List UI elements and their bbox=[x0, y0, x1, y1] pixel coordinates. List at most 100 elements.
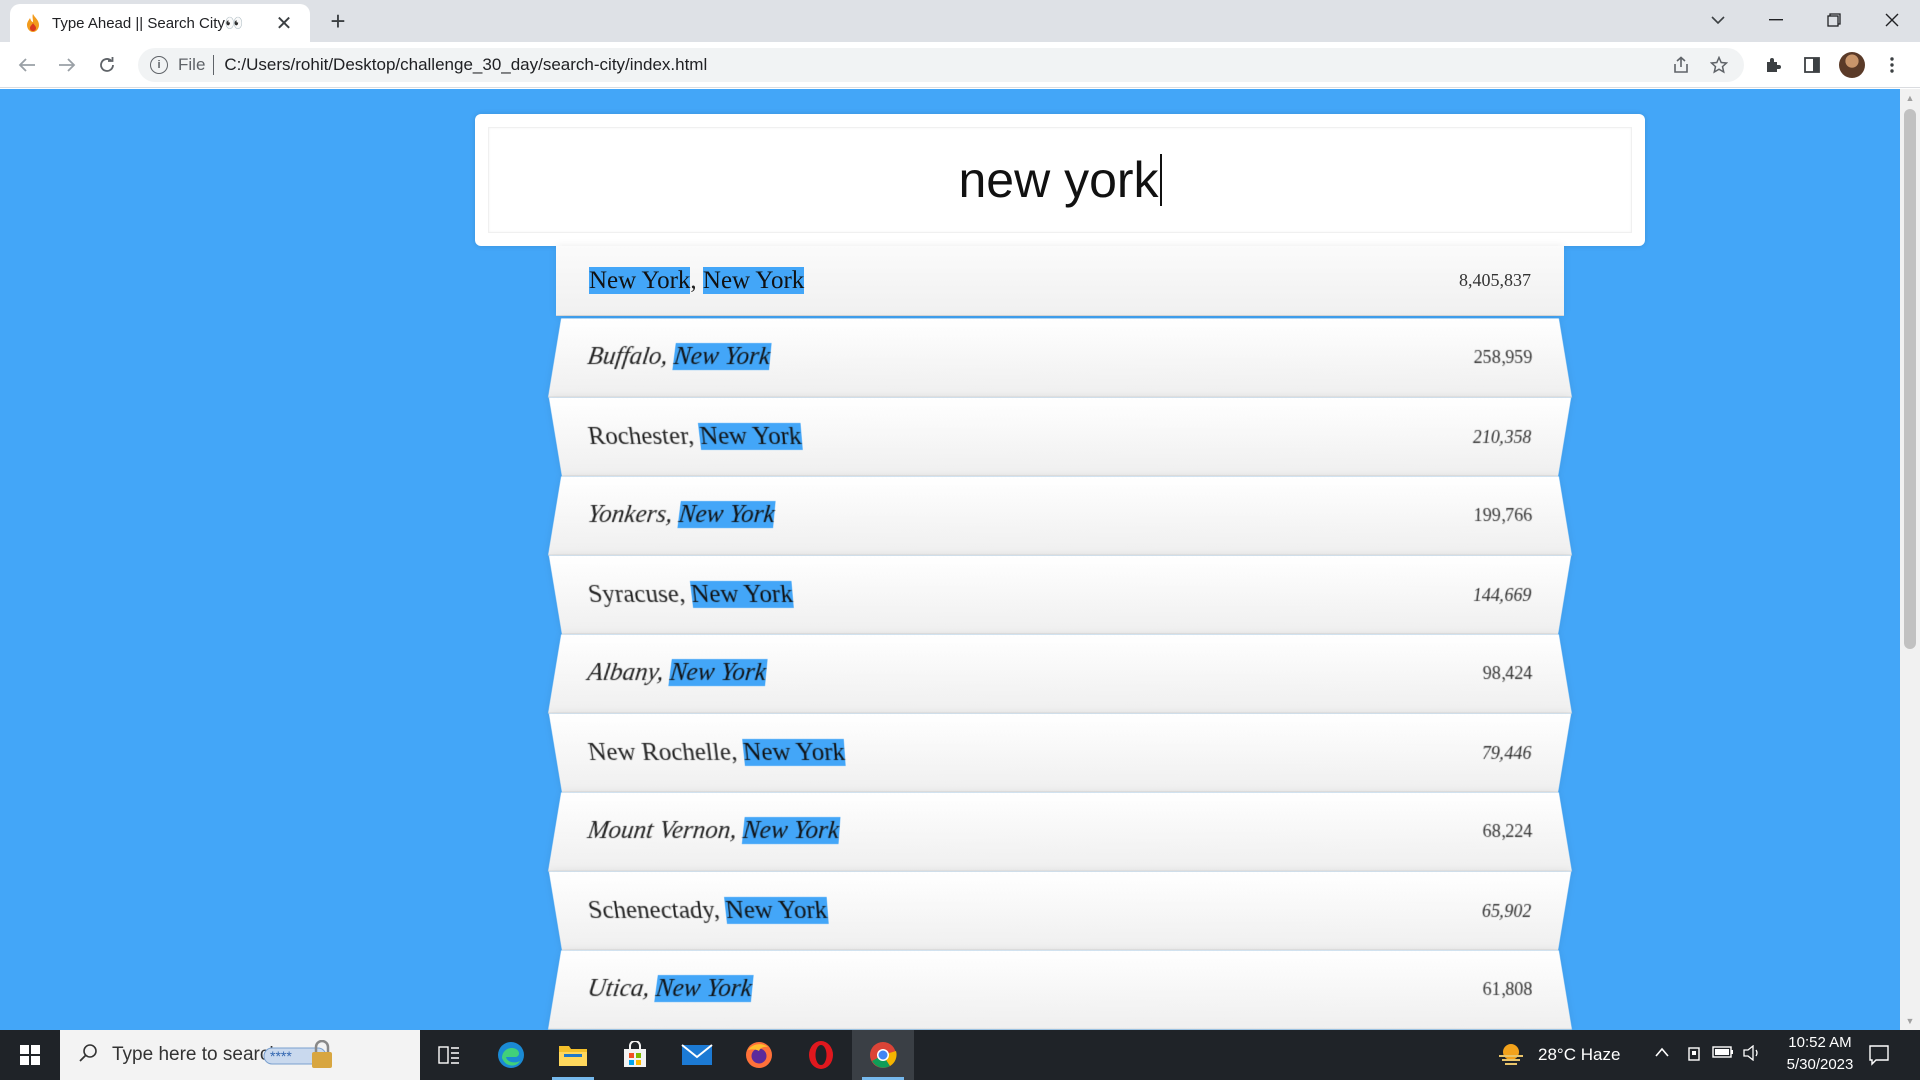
suggestion-population: 8,405,837 bbox=[1459, 270, 1531, 290]
suggestion-state: New York bbox=[702, 266, 805, 294]
flame-icon bbox=[24, 13, 42, 33]
scroll-thumb[interactable] bbox=[1904, 109, 1916, 649]
suggestion-city: New Rochelle bbox=[586, 738, 733, 766]
suggestion-city: Albany bbox=[585, 659, 660, 687]
suggestion-state: New York bbox=[654, 975, 754, 1003]
browser-toolbar: i File C:/Users/rohit/Desktop/challenge_… bbox=[0, 42, 1920, 88]
tab-active[interactable]: Type Ahead || Search City👀 ✕ bbox=[10, 4, 310, 42]
suggestion-state: New York bbox=[689, 580, 794, 608]
side-panel-icon[interactable] bbox=[1796, 50, 1828, 80]
bookmark-star-icon[interactable] bbox=[1702, 48, 1736, 82]
extensions-icon[interactable] bbox=[1757, 50, 1789, 80]
suggestion-population: 199,766 bbox=[1472, 504, 1534, 525]
suggestion-item[interactable]: New York, New York 8,405,837 bbox=[556, 246, 1564, 316]
opera-icon[interactable] bbox=[790, 1030, 852, 1080]
volume-icon[interactable] bbox=[1742, 1044, 1762, 1066]
scheme-label: File bbox=[178, 55, 206, 74]
meet-now-icon[interactable] bbox=[1686, 1045, 1704, 1068]
avatar bbox=[1839, 52, 1865, 78]
suggestion-city: Syracuse bbox=[586, 580, 681, 608]
search-icon bbox=[78, 1043, 98, 1068]
suggestion-state: New York bbox=[741, 817, 840, 845]
scroll-down-arrow-icon[interactable]: ▼ bbox=[1900, 1012, 1920, 1030]
firefox-icon[interactable] bbox=[728, 1030, 790, 1080]
page-scrollbar[interactable]: ▲ ▼ bbox=[1900, 89, 1920, 1030]
close-window-icon[interactable] bbox=[1864, 0, 1920, 40]
suggestion-city: Rochester bbox=[586, 422, 690, 450]
suggestion-item[interactable]: Schenectady, New York 65,902 bbox=[548, 871, 1572, 951]
microsoft-store-icon[interactable] bbox=[604, 1030, 666, 1080]
suggestion-item[interactable]: Buffalo, New York 258,959 bbox=[548, 318, 1572, 398]
suggestion-state: New York bbox=[668, 659, 768, 687]
svg-text:****: **** bbox=[270, 1048, 292, 1064]
taskbar-search-placeholder: Type here to search bbox=[112, 1044, 280, 1065]
suggestion-place-name: Mount Vernon, New York bbox=[586, 817, 840, 845]
suggestion-population: 258,959 bbox=[1472, 346, 1534, 367]
windows-start-icon[interactable] bbox=[0, 1030, 60, 1080]
suggestion-city: Yonkers bbox=[585, 501, 669, 529]
taskbar-search-box[interactable]: Type here to search bbox=[60, 1030, 420, 1080]
task-view-icon[interactable] bbox=[418, 1030, 480, 1080]
password-lock-icon: **** bbox=[262, 1040, 352, 1070]
chrome-icon[interactable] bbox=[852, 1030, 914, 1080]
suggestions-list: New York, New York 8,405,837 Buffalo, New … bbox=[548, 246, 1572, 1030]
suggestion-place-name: Rochester, New York bbox=[586, 422, 803, 451]
search-input[interactable]: new york bbox=[488, 127, 1632, 233]
address-bar[interactable]: i File C:/Users/rohit/Desktop/challenge_… bbox=[138, 48, 1744, 82]
show-hidden-icons-chevron-icon[interactable] bbox=[1654, 1045, 1670, 1063]
suggestion-state: New York bbox=[724, 896, 829, 924]
edge-browser-icon[interactable] bbox=[480, 1030, 542, 1080]
suggestion-item[interactable]: Albany, New York 98,424 bbox=[548, 634, 1572, 714]
restore-icon[interactable] bbox=[1806, 0, 1862, 40]
suggestion-population: 68,224 bbox=[1481, 820, 1534, 841]
suggestion-population: 65,902 bbox=[1480, 900, 1534, 921]
suggestion-city: New York bbox=[589, 266, 691, 294]
suggestion-population: 144,669 bbox=[1471, 584, 1534, 605]
suggestion-item[interactable]: Yonkers, New York 199,766 bbox=[548, 476, 1572, 556]
tab-search-chevron-icon[interactable] bbox=[1690, 0, 1746, 40]
tab-close-icon[interactable]: ✕ bbox=[272, 11, 296, 36]
suggestion-population: 98,424 bbox=[1481, 662, 1534, 683]
clock-date[interactable]: 5/30/2023 bbox=[1780, 1056, 1860, 1073]
suggestion-place-name: Yonkers, New York bbox=[585, 501, 777, 529]
suggestion-place-name: New York, New York bbox=[589, 266, 805, 295]
suggestion-place-name: Buffalo, New York bbox=[586, 343, 772, 371]
url-text[interactable]: C:/Users/rohit/Desktop/challenge_30_day/… bbox=[224, 55, 707, 75]
profile-avatar[interactable] bbox=[1836, 50, 1868, 80]
browser-menu-icon[interactable] bbox=[1876, 50, 1908, 80]
suggestion-state: New York bbox=[741, 738, 846, 766]
notification-center-icon[interactable] bbox=[1868, 1044, 1890, 1071]
suggestion-item[interactable]: Utica, New York 61,808 bbox=[548, 950, 1572, 1030]
reload-icon[interactable] bbox=[92, 50, 122, 80]
back-icon[interactable] bbox=[12, 50, 42, 80]
battery-icon[interactable] bbox=[1712, 1045, 1734, 1064]
minimize-icon[interactable] bbox=[1748, 0, 1804, 40]
suggestion-place-name: Utica, New York bbox=[586, 975, 754, 1003]
weather-haze-icon bbox=[1496, 1041, 1526, 1072]
scroll-up-arrow-icon[interactable]: ▲ bbox=[1900, 89, 1920, 107]
file-explorer-icon[interactable] bbox=[542, 1030, 604, 1080]
suggestion-item[interactable]: Rochester, New York 210,358 bbox=[548, 397, 1572, 477]
search-input-value: new york bbox=[958, 152, 1159, 208]
tab-strip: Type Ahead || Search City👀 ✕ + bbox=[0, 0, 1920, 42]
suggestion-population: 79,446 bbox=[1480, 742, 1534, 763]
suggestion-city: Mount Vernon bbox=[585, 817, 733, 845]
site-info-icon[interactable]: i bbox=[150, 56, 168, 74]
suggestion-item[interactable]: Syracuse, New York 144,669 bbox=[548, 555, 1572, 635]
suggestion-item[interactable]: Mount Vernon, New York 68,224 bbox=[548, 792, 1572, 872]
mail-icon[interactable] bbox=[666, 1030, 728, 1080]
suggestion-city: Buffalo bbox=[585, 343, 664, 371]
address-divider bbox=[213, 55, 215, 75]
new-tab-button[interactable]: + bbox=[322, 6, 354, 38]
suggestion-state: New York bbox=[672, 343, 772, 371]
weather-text[interactable]: 28°C Haze bbox=[1538, 1045, 1620, 1065]
suggestion-item[interactable]: New Rochelle, New York 79,446 bbox=[548, 713, 1572, 793]
suggestion-place-name: Schenectady, New York bbox=[586, 896, 829, 925]
share-icon[interactable] bbox=[1664, 48, 1698, 82]
tab-title: Type Ahead || Search City👀 bbox=[52, 15, 244, 32]
suggestion-separator: , bbox=[690, 266, 703, 294]
forward-icon[interactable] bbox=[52, 50, 82, 80]
page-viewport: new york New York, New York 8,405,837 Buff… bbox=[0, 89, 1900, 1030]
clock-time[interactable]: 10:52 AM bbox=[1780, 1034, 1860, 1051]
suggestion-state: New York bbox=[698, 422, 803, 450]
